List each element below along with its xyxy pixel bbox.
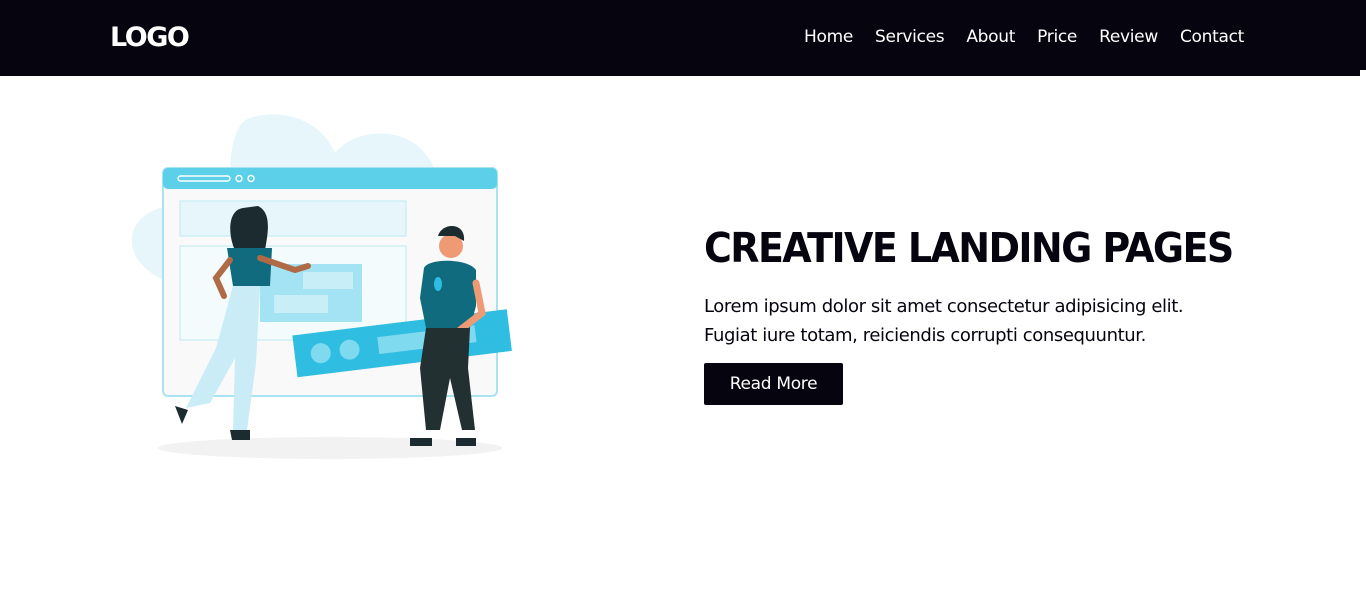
read-more-button[interactable]: Read More [704, 363, 843, 405]
nav-link-contact[interactable]: Contact [1180, 26, 1244, 48]
nav-link-price[interactable]: Price [1037, 26, 1077, 48]
navbar-edge [1360, 0, 1366, 70]
hero-description-line-1: Lorem ipsum dolor sit amet consectetur a… [704, 296, 1184, 317]
people-building-website-illustration [131, 114, 512, 459]
nav-link-services[interactable]: Services [875, 26, 945, 48]
top-navbar: LOGO Home Services About Price Review Co… [0, 0, 1360, 76]
nav-link-review[interactable]: Review [1099, 26, 1158, 48]
logo[interactable]: LOGO [110, 20, 190, 56]
hero-title: CREATIVE LANDING PAGES [704, 224, 1234, 272]
nav-link-home[interactable]: Home [804, 26, 853, 48]
main-nav: Home Services About Price Review Contact [804, 26, 1244, 48]
nav-link-about[interactable]: About [966, 26, 1015, 48]
hero-illustration [120, 108, 520, 468]
hero-description-line-2: Fugiat iure totam, reiciendis corrupti c… [704, 325, 1146, 346]
hero-description: Lorem ipsum dolor sit amet consectetur a… [704, 292, 1264, 350]
hero-content: CREATIVE LANDING PAGES Lorem ipsum dolor… [704, 222, 1324, 405]
